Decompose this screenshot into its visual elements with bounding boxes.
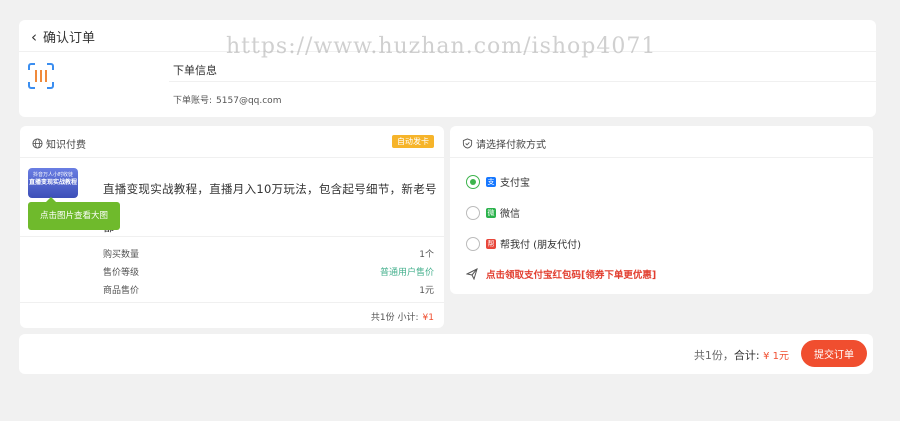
total-label: 合计: [733,349,760,362]
order-account: 下单账号: 5157@qq.com [173,93,281,106]
product-title-line: 直播变现实战教程，直播月入10万玩法，包含起号细节，新老号都 [103,182,437,234]
auto-delivery-badge: 自动发卡 [392,135,434,148]
payment-option-wechat[interactable]: 微 微信 [466,205,520,220]
payment-option-friend-pay[interactable]: 帮 帮我付 (朋友代付) [466,236,581,251]
payment-option-label: 微信 [500,209,520,220]
payment-option-label: 帮我付 (朋友代付) [500,240,581,251]
shield-check-icon [462,138,473,149]
account-label: 下单账号: [173,96,213,106]
detail-value: 普通用户售价 [379,268,434,278]
page-title: 确认订单 [43,31,96,46]
payment-option-label: 支付宝 [500,178,530,189]
chevron-left-icon[interactable]: ‹ [31,28,37,46]
scan-icon [28,63,54,89]
divider [20,302,444,303]
alipay-icon: 支 [486,176,496,187]
globe-icon [32,138,43,149]
detail-label: 售价等级 [103,268,140,278]
divider [20,157,444,158]
detail-row: 售价等级 普通用户售价 [103,265,434,278]
payment-section-title: 请选择付款方式 [476,140,546,151]
total-value: ¥ 1元 [763,351,789,362]
alipay-redpacket-link[interactable]: 点击领取支付宝红包码[领券下单更优惠] [466,267,656,281]
page-header: ‹ 确认订单 [31,27,96,47]
divider [20,236,444,237]
detail-value: 1元 [419,286,434,296]
detail-row: 商品售价 1元 [103,283,434,296]
subtotal: 共1份 小计: ¥1 [371,310,434,323]
divider [450,157,873,158]
payment-option-alipay[interactable]: 支 支付宝 [466,174,530,189]
thumbnail-caption-main: 直播变现实战教程 [28,179,77,186]
product-section-header: 知识付费 [32,136,86,151]
detail-label: 商品售价 [103,286,140,296]
payment-card: 请选择付款方式 支 支付宝 微 微信 帮 帮我付 (朋友代付) 点击领取支付宝红… [450,126,873,294]
product-thumbnail[interactable]: 抖音万人小时收徒 直播变现实战教程 [28,168,78,198]
detail-value: 1个 [419,250,434,260]
wechat-icon: 微 [486,207,496,218]
total-count: 共1份， [693,349,734,362]
product-title: 直播变现实战教程，直播月入10万玩法，包含起号细节，新老号都 以 [103,170,438,246]
view-image-tooltip[interactable]: 点击图片查看大图 [28,197,120,230]
payment-section-header: 请选择付款方式 [462,136,546,151]
account-value: 5157@qq.com [216,96,282,106]
order-footer: 共1份，合计: ¥ 1元 提交订单 [19,334,873,374]
submit-order-button[interactable]: 提交订单 [801,340,867,367]
product-card: 知识付费 自动发卡 抖音万人小时收徒 直播变现实战教程 直播变现实战教程，直播月… [20,126,444,328]
subtotal-label: 共1份 小计: [370,313,419,323]
promo-text: 点击领取支付宝红包码[领券下单更优惠] [486,270,657,281]
order-total: 共1份，合计: ¥ 1元 [694,347,789,363]
send-icon [466,268,478,280]
watermark: https://www.huzhan.com/ishop4071 [226,34,657,59]
divider [169,81,876,82]
thumbnail-caption-top: 抖音万人小时收徒 [32,172,73,178]
friend-pay-icon: 帮 [486,238,496,249]
radio-unselected[interactable] [466,205,480,220]
detail-label: 购买数量 [103,250,140,260]
order-info-label: 下单信息 [173,64,217,77]
radio-unselected[interactable] [466,236,480,251]
radio-selected[interactable] [466,174,480,189]
detail-row: 购买数量 1个 [103,247,434,260]
product-section-title: 知识付费 [46,140,86,151]
subtotal-value: ¥1 [422,313,434,323]
